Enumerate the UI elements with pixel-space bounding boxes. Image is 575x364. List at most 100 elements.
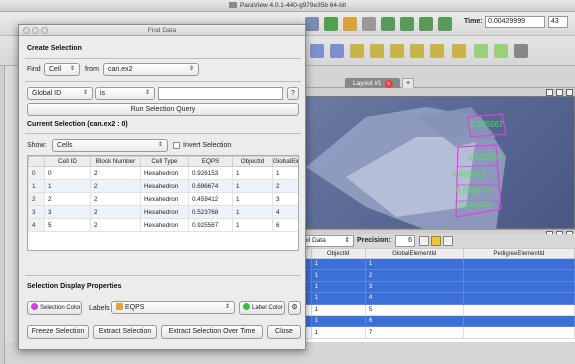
select-frustum-icon[interactable] [350,44,364,58]
find-label: Find [27,66,41,73]
camera-icon[interactable] [362,17,376,31]
find-type-select[interactable]: Cell ⇕ [44,63,80,76]
table-cell [462,303,575,316]
gear-icon: ⚙ [291,304,298,311]
play-icon[interactable] [381,17,395,31]
select-cells-icon[interactable] [310,44,324,58]
table-row[interactable]: 213 [296,280,575,294]
column-header[interactable]: Cell ID [44,156,91,167]
table-cell: 1 [232,192,273,206]
interactive-select-icon[interactable] [390,44,404,58]
column-header[interactable]: PedigreeElementId [462,248,575,259]
split-icon[interactable] [324,17,338,31]
table-row[interactable]: 2 2 2 Hexahedron 0.459412 1 3 [28,192,298,206]
invert-selection-checkbox[interactable] [173,142,180,149]
column-header[interactable]: ObjectId [232,156,273,167]
find-data-icon[interactable] [474,44,488,58]
table-row[interactable]: 3 3 2 Hexahedron 0.523768 1 4 [28,205,298,219]
run-selection-query-button[interactable]: Run Selection Query [27,103,299,116]
table-row[interactable]: 1 1 2 Hexahedron 0.696674 1 2 [28,179,298,193]
table-cell: 2 [272,179,298,193]
table-cell: 1 [44,179,91,193]
invert-selection-label: Invert Selection [183,142,232,149]
selection-table[interactable]: Cell ID Block Number Cell Type EQPS ObjectId… [27,155,299,251]
column-header[interactable]: ObjectId [310,248,366,259]
time-step-spinner[interactable]: 43 [548,16,568,28]
label-settings-button[interactable]: ⚙ [288,301,301,315]
column-header[interactable]: GlobalEleme [272,156,298,167]
show-selected-icon[interactable] [431,236,441,246]
table-row[interactable]: 217 [296,326,575,339]
precision-spinner[interactable]: 6 [395,235,415,247]
table-cell [462,292,575,305]
table-cell: 2 [90,166,141,180]
export-icon[interactable] [443,236,453,246]
labels-label: Labels [89,305,110,312]
show-label: Show: [27,142,47,149]
loop-icon[interactable] [419,17,433,31]
label-color-button[interactable]: Label Color [239,301,285,315]
time-label: Time: [464,18,483,25]
last-icon[interactable] [438,17,452,31]
table-row[interactable]: 412 [296,269,575,282]
selection-color-swatch [31,303,38,310]
column-header[interactable]: EQPS [188,156,233,167]
freeze-selection-button[interactable]: Freeze Selection [27,325,89,339]
query-field-value: Global ID [32,90,62,97]
table-row[interactable]: 716 [296,314,575,328]
reset-icon[interactable] [343,17,357,31]
minimize-window-icon[interactable] [32,27,39,34]
layout-tab-label: Layout #1 [353,80,382,87]
render-view[interactable]: 0.925567 0.523768 0.459412 0.696674 0.92… [305,96,575,230]
close-view-icon[interactable] [566,89,573,96]
table-cell: 5 [364,303,464,316]
close-button[interactable]: Close [267,325,301,339]
toggle-columns-icon[interactable] [419,236,429,246]
extract-selection-over-time-button[interactable]: Extract Selection Over Time [161,325,263,339]
zoom-window-icon[interactable] [41,27,48,34]
selection-color-button[interactable]: Selection Color [27,301,82,315]
select-points-icon[interactable] [330,44,344,58]
find-type-value: Cell [49,66,62,73]
query-icon[interactable] [494,44,508,58]
labels-array-select[interactable]: EQPS ⇕ [111,301,235,314]
step-icon[interactable] [400,17,414,31]
query-field-select[interactable]: Global ID ⇕ [27,87,93,100]
column-header[interactable]: Block Number [90,156,141,167]
row-index: 1 [28,179,45,193]
close-window-icon[interactable] [23,27,30,34]
clear-selection-icon[interactable] [452,44,466,58]
time-input[interactable]: 0.00429999 [485,16,545,28]
table-row[interactable]: 4 5 2 Hexahedron 0.925567 1 6 [28,218,298,232]
table-row[interactable]: 0 0 2 Hexahedron 0.926153 1 1 [28,166,298,180]
table-cell [462,280,575,294]
table-cell: 7 [364,326,464,339]
close-tab-icon[interactable]: x [384,80,393,88]
query-operator-select[interactable]: is ⇕ [95,87,155,100]
table-row[interactable]: 814 [296,292,575,305]
reload-icon[interactable] [514,44,528,58]
open-icon[interactable] [305,17,319,31]
corner-header [28,156,45,167]
split-horizontal-icon[interactable] [546,89,553,96]
column-header[interactable]: GlobalElementId [364,248,464,259]
from-source-select[interactable]: can.ex2 ⇕ [103,63,199,76]
table-cell: 0.523768 [188,205,233,219]
grow-selection-icon[interactable] [410,44,424,58]
table-cell: Hexahedron [140,179,189,193]
split-vertical-icon[interactable] [556,89,563,96]
divider [25,275,301,276]
extract-selection-button[interactable]: Extract Selection [93,325,157,339]
select-block-icon[interactable] [370,44,384,58]
query-value-input[interactable] [158,87,283,100]
shrink-selection-icon[interactable] [430,44,444,58]
table-cell: 3 [272,192,298,206]
left-dock-strip [0,66,5,364]
show-type-select[interactable]: Cells ⇕ [52,139,168,152]
table-cell: 1 [310,257,366,271]
table-cell: 1 [232,179,273,193]
column-header[interactable]: Cell Type [140,156,189,167]
table-row[interactable]: 815 [296,303,575,316]
help-button[interactable]: ? [287,87,299,100]
table-row[interactable]: 111 [296,257,575,271]
